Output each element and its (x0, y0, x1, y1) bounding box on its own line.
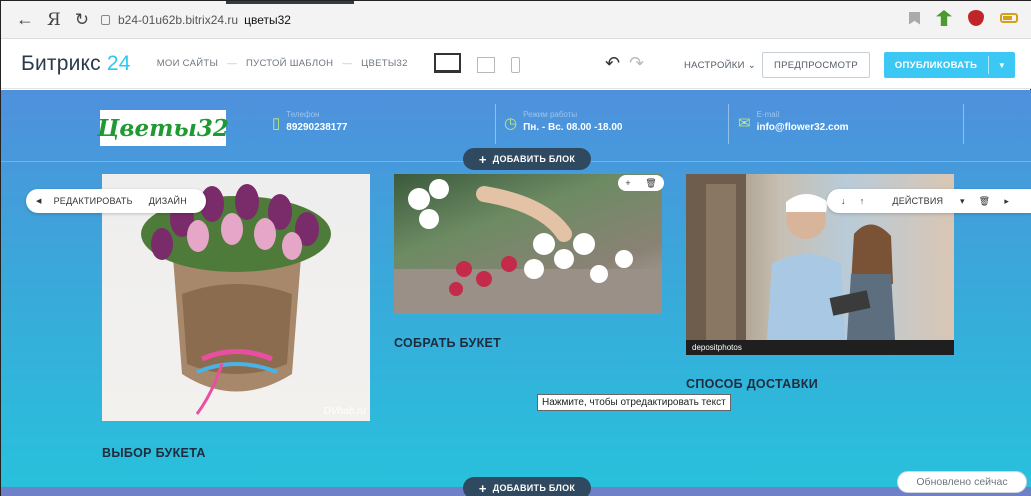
preview-button[interactable]: ПРЕДПРОСМОТР (762, 52, 870, 78)
flowers-table-illustration (394, 179, 662, 314)
card-title[interactable]: СПОСОБ ДОСТАВКИ (686, 377, 818, 391)
image-controls: + 🗑 (618, 175, 664, 191)
collapse-arrow-icon[interactable]: ◀ (36, 197, 42, 205)
lock-icon (100, 14, 110, 25)
block-actions-panel: ↓ ↑ ДЕЙСТВИЯ ▾ 🗑 ▸ (827, 189, 1031, 213)
contact-hours[interactable]: ◷ Режим работы Пн. - Вс. 08.00 -18.00 (504, 110, 622, 133)
contact-label: Режим работы (523, 110, 578, 119)
browser-extensions (909, 10, 1018, 26)
battery-extension-icon[interactable] (1000, 13, 1018, 23)
chevron-down-icon: ⌄ (747, 60, 756, 71)
move-down-icon[interactable]: ↓ (841, 196, 846, 206)
mobile-icon[interactable] (511, 57, 520, 73)
edit-button[interactable]: РЕДАКТИРОВАТЬ (54, 196, 133, 206)
logo-text: Битрикс (21, 51, 101, 75)
breadcrumb-my-sites[interactable]: МОИ САЙТЫ (157, 58, 219, 69)
move-up-icon[interactable]: ↑ (860, 196, 865, 206)
adblock-extension-icon[interactable] (968, 10, 984, 26)
address-bar[interactable]: b24-01u62b.bitrix24.ru цветы32 (100, 9, 291, 31)
add-icon[interactable]: + (625, 178, 630, 188)
card-title[interactable]: ВЫБОР БУКЕТА (102, 446, 206, 460)
contact-label: Телефон (286, 110, 320, 119)
expand-arrow-icon[interactable]: ▸ (1004, 196, 1009, 207)
assemble-bouquet-photo[interactable] (394, 174, 662, 314)
clock-icon: ◷ (504, 115, 518, 132)
logo-number: 24 (106, 51, 131, 75)
add-block-button[interactable]: + ДОБАВИТЬ БЛОК (463, 477, 591, 496)
contact-label: E-mail (756, 110, 780, 119)
card-title[interactable]: СОБРАТЬ БУКЕТ (394, 336, 501, 350)
plus-icon: + (478, 151, 487, 167)
redo-icon[interactable]: ↷ (629, 53, 644, 74)
actions-label: ДЕЙСТВИЯ (892, 195, 944, 206)
header-divider (728, 104, 729, 144)
breadcrumb-separator: — (227, 58, 237, 69)
bitrix-logo[interactable]: Битрикс 24 (21, 52, 131, 76)
photo-watermark: depositphotos (692, 343, 742, 352)
edit-tooltip: Нажмите, чтобы отредактировать текст (537, 394, 731, 411)
breadcrumb-site[interactable]: ЦВЕТЫ32 (361, 58, 408, 69)
breadcrumb-empty-template[interactable]: ПУСТОЙ ШАБЛОН (246, 58, 333, 69)
undo-icon[interactable]: ↶ (605, 53, 620, 74)
contact-phone[interactable]: ▯ Телефон 89290238177 (272, 110, 347, 133)
phone-icon: ▯ (272, 115, 281, 132)
header-divider (963, 104, 964, 144)
contact-value: info@flower32.com (756, 122, 849, 133)
trash-icon[interactable]: 🗑 (979, 196, 991, 207)
add-block-button[interactable]: + ДОБАВИТЬ БЛОК (463, 148, 591, 170)
tablet-icon[interactable] (477, 57, 495, 73)
back-arrow-icon[interactable]: ← (15, 9, 35, 30)
block-edit-panel: ◀ РЕДАКТИРОВАТЬ ДИЗАЙН (26, 189, 206, 213)
design-button[interactable]: ДИЗАЙН (149, 196, 187, 206)
add-block-label: ДОБАВИТЬ БЛОК (492, 483, 576, 493)
reload-icon[interactable]: ↻ (75, 10, 89, 30)
contact-value: 89290238177 (286, 122, 348, 133)
device-switcher (434, 53, 520, 73)
contact-value: Пн. - Вс. 08.00 -18.00 (523, 122, 623, 133)
yandex-button[interactable]: Я (47, 10, 61, 30)
breadcrumb-separator: — (342, 58, 353, 69)
actions-menu[interactable]: ДЕЙСТВИЯ ▾ (878, 196, 964, 207)
bookmark-icon[interactable] (909, 11, 920, 25)
url-host: b24-01u62b.bitrix24.ru (117, 12, 239, 27)
site-canvas: Цветы32 ▯ Телефон 89290238177 ◷ Режим ра… (1, 90, 1031, 496)
trash-icon[interactable]: 🗑 (645, 178, 656, 189)
add-block-label: ДОБАВИТЬ БЛОК (492, 154, 576, 164)
publish-dropdown-icon[interactable]: ▼ (989, 61, 1015, 70)
plus-icon: + (478, 480, 487, 496)
chevron-down-icon: ▾ (959, 195, 965, 206)
header-divider (495, 104, 496, 144)
mail-icon: ✉ (738, 115, 751, 132)
updated-status: Обновлено сейчас (897, 471, 1027, 493)
publish-button[interactable]: ОПУБЛИКОВАТЬ ▼ (884, 52, 1015, 78)
site-logo[interactable]: Цветы32 (97, 110, 229, 146)
desktop-icon[interactable] (434, 53, 461, 73)
download-extension-icon[interactable] (936, 10, 952, 26)
active-tab-indicator (226, 1, 354, 4)
breadcrumb: МОИ САЙТЫ — ПУСТОЙ ШАБЛОН — ЦВЕТЫ32 (157, 58, 408, 69)
publish-label: ОПУБЛИКОВАТЬ (894, 59, 978, 71)
settings-menu[interactable]: НАСТРОЙКИ ⌄ (684, 60, 756, 71)
settings-label: НАСТРОЙКИ (684, 60, 745, 71)
contact-email[interactable]: ✉ E-mail info@flower32.com (738, 110, 849, 133)
browser-toolbar: ← Я ↻ b24-01u62b.bitrix24.ru цветы32 (1, 1, 1031, 39)
photo-watermark: DVhab.ru (323, 406, 366, 417)
editor-toolbar: Битрикс 24 МОИ САЙТЫ — ПУСТОЙ ШАБЛОН — Ц… (1, 39, 1031, 89)
url-page-title: цветы32 (244, 12, 291, 27)
